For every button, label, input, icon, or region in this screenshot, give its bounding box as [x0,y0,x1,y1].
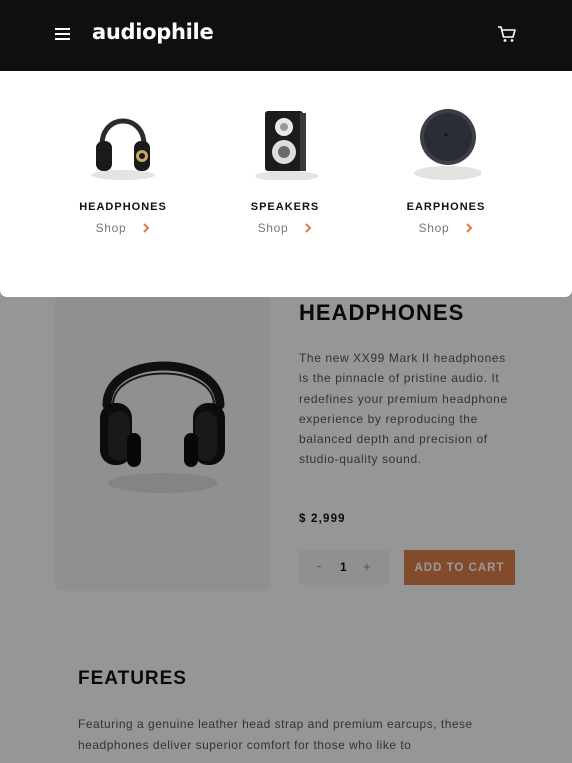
site-header: audiophile [0,0,572,71]
hamburger-icon[interactable] [55,28,70,40]
shop-link[interactable]: Shop [48,221,198,235]
category-menu: HEADPHONES Shop SPEAKERS Shop EARPHONES … [0,71,572,297]
logo[interactable]: audiophile [92,20,214,44]
headphones-image [91,118,155,180]
shop-label: Shop [95,221,127,235]
category-earphones[interactable]: EARPHONES Shop [371,71,521,297]
chevron-right-icon [466,223,473,233]
shop-link[interactable]: Shop [210,221,360,235]
shop-label: Shop [257,221,289,235]
shop-label: Shop [418,221,450,235]
category-name: HEADPHONES [79,201,167,213]
category-name: SPEAKERS [250,201,320,213]
speaker-image [255,111,319,180]
category-speakers[interactable]: SPEAKERS Shop [210,71,360,297]
category-headphones[interactable]: HEADPHONES Shop [48,71,198,297]
cart-icon[interactable] [497,25,517,43]
category-name: EARPHONES [406,201,486,213]
shop-link[interactable]: Shop [371,221,521,235]
earphones-image [414,109,481,180]
chevron-right-icon [305,223,312,233]
chevron-right-icon [143,223,150,233]
